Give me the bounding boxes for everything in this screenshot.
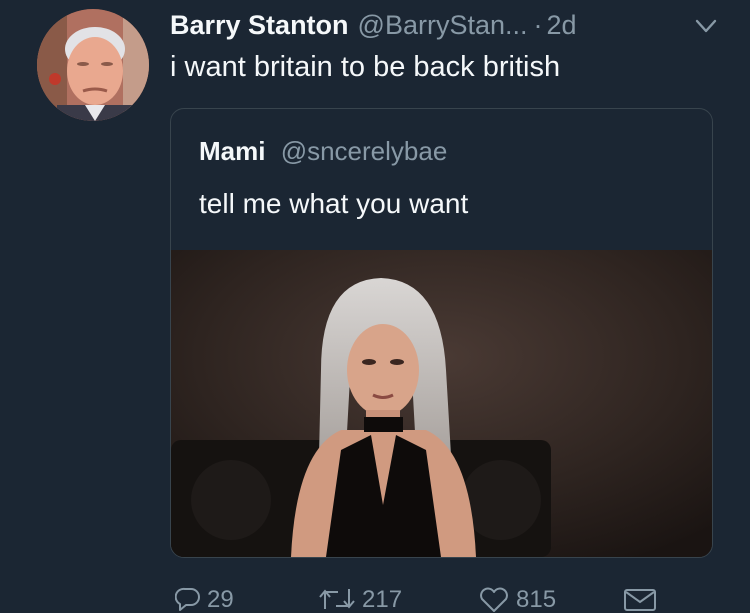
tweet-timestamp[interactable]: 2d [547, 8, 577, 42]
reply-count: 29 [207, 586, 234, 613]
author-handle[interactable]: @BarryStan... [358, 8, 528, 42]
like-button[interactable]: 815 [478, 587, 556, 613]
retweet-count: 217 [362, 586, 403, 613]
quoted-tweet-header: Mami @sncerelybae [199, 135, 447, 167]
chevron-down-icon[interactable] [694, 16, 718, 36]
quoted-tweet-photo[interactable] [171, 250, 712, 557]
tweet-actions: 29 217 815 [0, 583, 750, 613]
separator-dot: · [533, 10, 543, 40]
like-count: 815 [516, 586, 557, 613]
reply-icon [175, 587, 200, 611]
reply-button[interactable]: 29 [175, 587, 234, 613]
tweet-text: i want britain to be back british [170, 51, 561, 83]
retweet-button[interactable]: 217 [318, 587, 402, 613]
tweet: Barry Stanton @BarryStan... · 2d i want … [0, 0, 750, 613]
quoted-author-display-name: Mami [199, 136, 266, 166]
heart-icon [480, 587, 508, 612]
author-display-name[interactable]: Barry Stanton [170, 8, 349, 42]
quoted-author-handle: @sncerelybae [280, 136, 448, 166]
tweet-header: Barry Stanton @BarryStan... · 2d [170, 8, 577, 42]
avatar-photo [37, 9, 149, 121]
envelope-icon [624, 589, 656, 611]
avatar[interactable] [37, 9, 149, 121]
retweet-icon [319, 589, 355, 609]
direct-message-button[interactable] [623, 587, 663, 611]
quoted-tweet[interactable]: Mami @sncerelybae tell me what you want [170, 108, 713, 558]
photo-image [171, 250, 712, 557]
quoted-tweet-text: tell me what you want [199, 188, 469, 219]
